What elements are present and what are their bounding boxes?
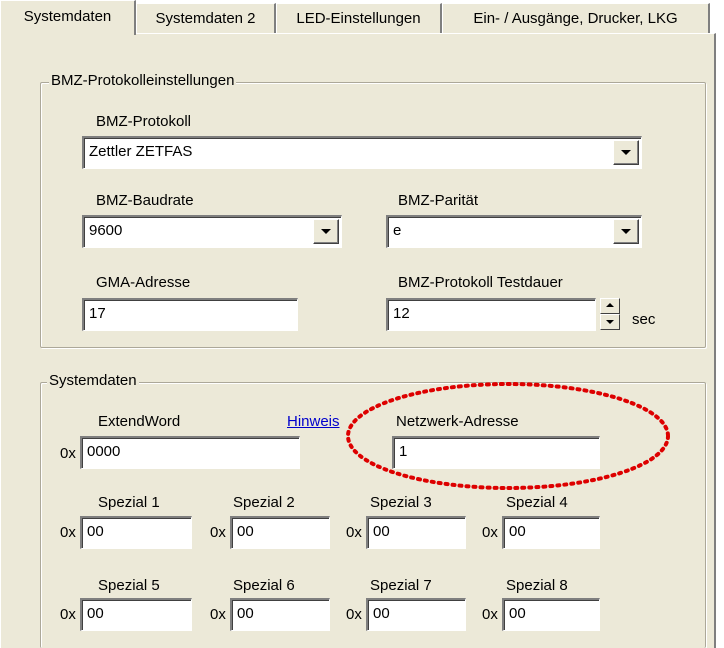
extendword-label: ExtendWord: [98, 413, 181, 430]
dropdown-button[interactable]: [613, 140, 639, 165]
bmz-baudrate-label: BMZ-Baudrate: [96, 192, 194, 209]
input-value: 00: [509, 605, 526, 622]
gma-adresse-label: GMA-Adresse: [96, 274, 191, 291]
bmz-paritaet-select[interactable]: e: [386, 215, 642, 248]
spezial-5-label: Spezial 5: [98, 577, 160, 594]
spezial-7-label: Spezial 7: [370, 577, 432, 594]
spezial-6-input[interactable]: 00: [230, 598, 330, 631]
input-value: 00: [373, 605, 390, 622]
spezial-1-input[interactable]: 00: [80, 516, 192, 549]
input-value: 00: [237, 605, 254, 622]
spezial-5-input[interactable]: 00: [80, 598, 192, 631]
netzwerk-adresse-input[interactable]: 1: [392, 436, 600, 469]
hex-prefix: 0x: [346, 524, 362, 541]
spezial-6-label: Spezial 6: [233, 577, 295, 594]
spezial-4-input[interactable]: 00: [502, 516, 600, 549]
tab-ein-ausgaenge[interactable]: Ein- / Ausgänge, Drucker, LKG: [442, 3, 710, 34]
input-value: 0000: [87, 443, 121, 460]
input-value: 17: [89, 305, 106, 322]
input-value: 00: [87, 523, 104, 540]
input-value: 00: [373, 523, 390, 540]
hinweis-link[interactable]: Hinweis: [287, 413, 340, 430]
spezial-1-label: Spezial 1: [98, 494, 160, 511]
testdauer-input[interactable]: 12: [386, 298, 596, 331]
group-title: Systemdaten: [47, 372, 139, 389]
spezial-8-input[interactable]: 00: [502, 598, 600, 631]
testdauer-unit: sec: [632, 311, 656, 328]
gma-adresse-input[interactable]: 17: [82, 298, 298, 331]
input-value: 12: [393, 305, 410, 322]
chevron-down-icon: [321, 229, 331, 234]
select-value: e: [393, 222, 402, 239]
tab-label: LED-Einstellungen: [296, 10, 421, 27]
tab-label: Ein- / Ausgänge, Drucker, LKG: [473, 10, 678, 27]
select-value: Zettler ZETFAS: [89, 143, 193, 160]
spezial-8-label: Spezial 8: [506, 577, 568, 594]
spezial-3-input[interactable]: 00: [366, 516, 466, 549]
spin-down-button[interactable]: [600, 314, 620, 330]
arrow-down-icon: [606, 320, 614, 324]
input-value: 00: [509, 523, 526, 540]
hex-prefix: 0x: [346, 606, 362, 623]
hex-prefix: 0x: [60, 445, 76, 462]
spin-up-button[interactable]: [600, 298, 620, 314]
tab-led-einstellungen[interactable]: LED-Einstellungen: [276, 3, 442, 34]
dropdown-button[interactable]: [313, 219, 339, 244]
tab-label: Systemdaten 2: [155, 10, 256, 27]
hex-prefix: 0x: [210, 606, 226, 623]
arrow-up-icon: [606, 303, 614, 307]
testdauer-spinner: [600, 298, 620, 331]
bmz-protokoll-select[interactable]: Zettler ZETFAS: [82, 136, 642, 169]
spezial-2-label: Spezial 2: [233, 494, 295, 511]
tab-label: Systemdaten: [23, 8, 112, 25]
extendword-input[interactable]: 0000: [80, 436, 300, 469]
tab-bar: Systemdaten Systemdaten 2 LED-Einstellun…: [0, 0, 724, 35]
spezial-2-input[interactable]: 00: [230, 516, 330, 549]
hex-prefix: 0x: [482, 524, 498, 541]
netzwerk-adresse-label: Netzwerk-Adresse: [396, 413, 519, 430]
tab-systemdaten[interactable]: Systemdaten: [0, 0, 136, 35]
chevron-down-icon: [621, 229, 631, 234]
dropdown-button[interactable]: [613, 219, 639, 244]
spezial-4-label: Spezial 4: [506, 494, 568, 511]
bmz-protokoll-label: BMZ-Protokoll: [96, 113, 192, 130]
group-title: BMZ-Protokolleinstellungen: [49, 72, 237, 89]
input-value: 1: [399, 443, 408, 460]
input-value: 00: [237, 523, 254, 540]
spezial-7-input[interactable]: 00: [366, 598, 466, 631]
testdauer-label: BMZ-Protokoll Testdauer: [398, 274, 563, 291]
tab-systemdaten-2[interactable]: Systemdaten 2: [136, 3, 276, 34]
bmz-paritaet-label: BMZ-Parität: [398, 192, 479, 209]
hex-prefix: 0x: [60, 606, 76, 623]
bmz-baudrate-select[interactable]: 9600: [82, 215, 342, 248]
select-value: 9600: [89, 222, 123, 239]
hex-prefix: 0x: [482, 606, 498, 623]
input-value: 00: [87, 605, 104, 622]
hex-prefix: 0x: [60, 524, 76, 541]
chevron-down-icon: [621, 150, 631, 155]
spezial-3-label: Spezial 3: [370, 494, 432, 511]
hex-prefix: 0x: [210, 524, 226, 541]
